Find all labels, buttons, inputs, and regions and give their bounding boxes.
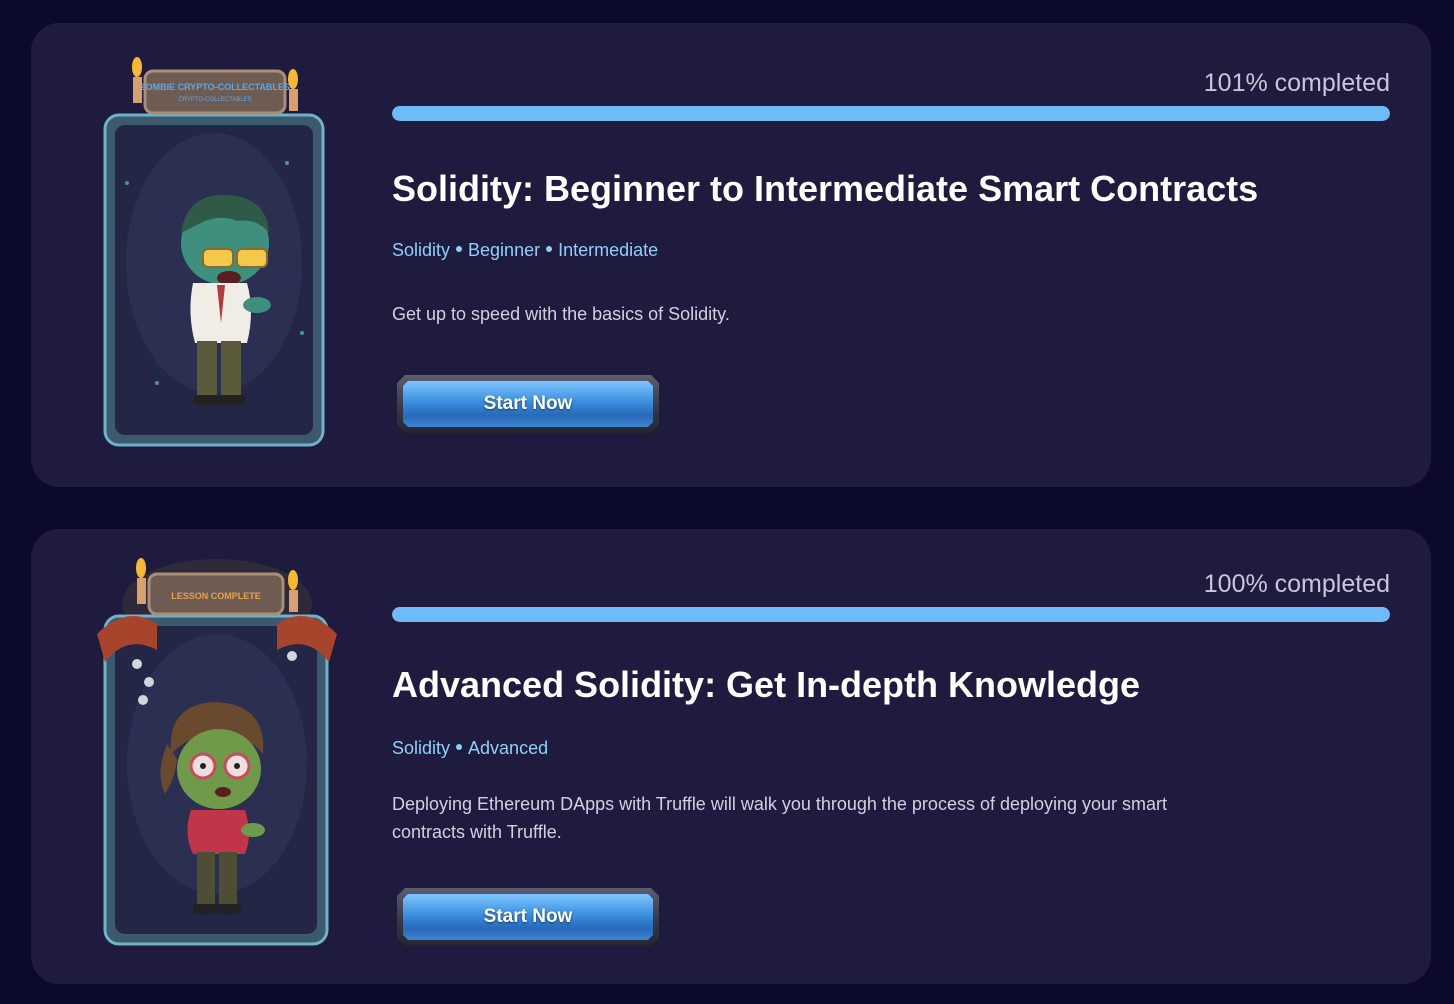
start-now-button-label: Start Now bbox=[483, 906, 573, 927]
progress-label: 101% completed bbox=[1203, 69, 1390, 97]
progress-bar bbox=[392, 607, 1390, 622]
tag-separator-dot bbox=[456, 246, 463, 253]
zombie-card-girl-icon: LESSON COMPLETE bbox=[97, 554, 337, 954]
course-title: Advanced Solidity: Get In-depth Knowledg… bbox=[392, 664, 1141, 705]
progress-fill bbox=[392, 607, 1390, 622]
start-now-button[interactable]: Start Now bbox=[397, 375, 659, 433]
progress-label: 100% completed bbox=[1203, 570, 1390, 598]
tag: Advanced bbox=[468, 738, 549, 758]
progress-bar bbox=[392, 106, 1390, 121]
tag: Intermediate bbox=[558, 240, 659, 260]
start-now-button[interactable]: Start Now bbox=[397, 888, 659, 946]
zombie-card-boy-icon: ZOMBIE CRYPTO-COLLECTABLES CRYPTO-COLLEC… bbox=[97, 53, 337, 453]
badge-text: LESSON COMPLETE bbox=[171, 591, 261, 601]
badge-text: ZOMBIE CRYPTO-COLLECTABLES bbox=[140, 82, 290, 92]
course-content: 101% completed Solidity: Beginner to Int… bbox=[392, 68, 1390, 433]
tag-separator-dot bbox=[546, 246, 553, 253]
course-tags: Solidity Beginner Intermediate bbox=[392, 238, 1390, 262]
course-list-page: ZOMBIE CRYPTO-COLLECTABLES CRYPTO-COLLEC… bbox=[0, 0, 1454, 1004]
tag: Solidity bbox=[392, 738, 451, 758]
start-now-button-face: Start Now bbox=[403, 381, 653, 427]
svg-text:CRYPTO-COLLECTABLES: CRYPTO-COLLECTABLES bbox=[178, 97, 251, 103]
progress-fill bbox=[392, 106, 1390, 121]
tag: Beginner bbox=[468, 240, 541, 260]
course-title: Solidity: Beginner to Intermediate Smart… bbox=[392, 168, 1259, 209]
course-description: Get up to speed with the basics of Solid… bbox=[392, 304, 730, 324]
course-content: 100% completed Advanced Solidity: Get In… bbox=[392, 569, 1390, 946]
course-card: ZOMBIE CRYPTO-COLLECTABLES CRYPTO-COLLEC… bbox=[31, 23, 1431, 487]
tag: Solidity bbox=[392, 240, 451, 260]
course-description: Deploying Ethereum DApps with Truffle wi… bbox=[392, 794, 1168, 842]
start-now-button-label: Start Now bbox=[483, 393, 573, 414]
course-tags: Solidity Advanced bbox=[392, 736, 1390, 760]
tag-separator-dot bbox=[456, 744, 463, 751]
start-now-button-face: Start Now bbox=[403, 894, 653, 940]
course-card: LESSON COMPLETE 100% completed Advanced … bbox=[31, 529, 1431, 984]
